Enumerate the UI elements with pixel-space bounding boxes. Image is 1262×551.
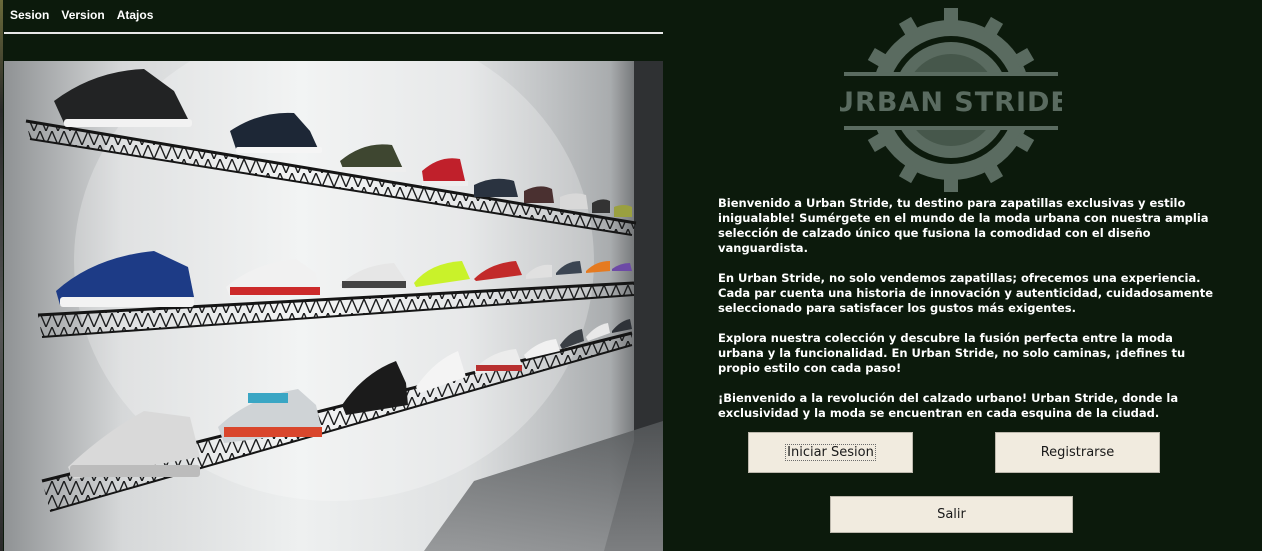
welcome-text: Bienvenido a Urban Stride, tu destino pa… [718, 196, 1218, 436]
login-button[interactable]: Iniciar Sesion [748, 432, 913, 473]
login-button-label: Iniciar Sesion [785, 444, 876, 461]
register-button[interactable]: Registrarse [995, 432, 1160, 473]
menu-bar: Sesion Version Atajos [4, 6, 159, 24]
register-button-label: Registrarse [1040, 445, 1115, 460]
menu-version[interactable]: Version [55, 6, 110, 24]
welcome-paragraph-2: En Urban Stride, no solo vendemos zapati… [718, 271, 1214, 315]
menu-sesion[interactable]: Sesion [4, 6, 55, 24]
exit-button[interactable]: Salir [830, 496, 1073, 533]
welcome-paragraph-4: ¡Bienvenido a la revolución del calzado … [718, 391, 1179, 420]
main-window: Sesion Version Atajos URBAN STRIDE Bienv… [0, 0, 1262, 551]
store-shelves-image [4, 61, 663, 551]
exit-button-label: Salir [937, 507, 966, 522]
menu-atajos[interactable]: Atajos [111, 6, 160, 24]
urban-stride-logo: URBAN STRIDE [832, 6, 1069, 196]
menu-separator [4, 32, 663, 34]
window-edge [0, 0, 3, 551]
welcome-paragraph-1: Bienvenido a Urban Stride, tu destino pa… [718, 196, 1209, 255]
welcome-paragraph-3: Explora nuestra colección y descubre la … [718, 331, 1186, 375]
logo-text: URBAN STRIDE [840, 87, 1062, 118]
